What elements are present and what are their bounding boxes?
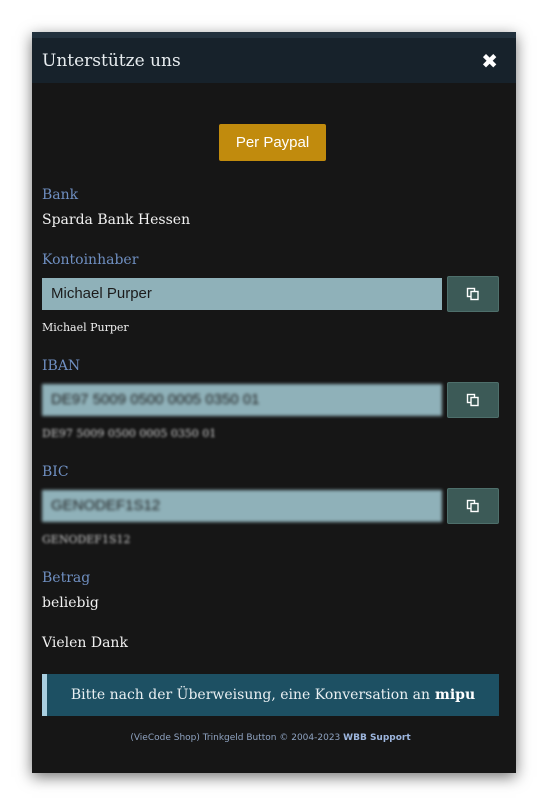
copy-icon bbox=[466, 499, 479, 513]
support-dialog: Unterstütze uns ✖ Per Paypal Bank Sparda… bbox=[32, 32, 516, 773]
notice-user-link[interactable]: mipu bbox=[435, 687, 475, 703]
dialog-title: Unterstütze uns bbox=[42, 50, 181, 71]
iban-field[interactable]: DE97 5009 0500 0005 0350 01 bbox=[42, 384, 442, 416]
footer: (VieCode Shop) Trinkgeld Button © 2004-2… bbox=[42, 733, 499, 743]
owner-field[interactable]: Michael Purper bbox=[42, 278, 442, 310]
footer-support-link[interactable]: WBB Support bbox=[343, 733, 410, 743]
notice-box: Bitte nach der Überweisung, eine Konvers… bbox=[42, 674, 499, 716]
bic-field[interactable]: GENODEF1S12 bbox=[42, 490, 442, 522]
dialog-content: Per Paypal Bank Sparda Bank Hessen Konto… bbox=[32, 83, 516, 743]
copy-icon bbox=[466, 287, 479, 301]
notice-text: Bitte nach der Überweisung, eine Konvers… bbox=[70, 687, 431, 703]
bank-value: Sparda Bank Hessen bbox=[42, 212, 191, 228]
copy-icon bbox=[466, 393, 479, 407]
iban-label: IBAN bbox=[42, 358, 81, 374]
iban-caption: DE97 5009 0500 0005 0350 01 bbox=[42, 427, 217, 440]
iban-field-row: DE97 5009 0500 0005 0350 01 bbox=[42, 382, 499, 418]
iban-copy-button[interactable] bbox=[447, 382, 499, 418]
close-icon[interactable]: ✖ bbox=[481, 51, 498, 71]
bic-field-row: GENODEF1S12 bbox=[42, 488, 499, 524]
footer-text: (VieCode Shop) Trinkgeld Button © 2004-2… bbox=[130, 733, 341, 743]
owner-caption: Michael Purper bbox=[42, 321, 129, 334]
owner-label: Kontoinhaber bbox=[42, 252, 139, 268]
bic-label: BIC bbox=[42, 464, 69, 480]
paypal-button[interactable]: Per Paypal bbox=[218, 124, 327, 161]
owner-field-row: Michael Purper bbox=[42, 276, 499, 312]
dialog-header: Unterstütze uns ✖ bbox=[32, 38, 516, 83]
owner-copy-button[interactable] bbox=[447, 276, 499, 312]
paypal-wrap: Per Paypal bbox=[42, 83, 499, 161]
bic-caption: GENODEF1S12 bbox=[42, 533, 131, 546]
thanks-text: Vielen Dank bbox=[42, 635, 128, 651]
bank-label: Bank bbox=[42, 187, 79, 203]
amount-value: beliebig bbox=[42, 595, 99, 611]
amount-label: Betrag bbox=[42, 570, 91, 586]
bic-copy-button[interactable] bbox=[447, 488, 499, 524]
